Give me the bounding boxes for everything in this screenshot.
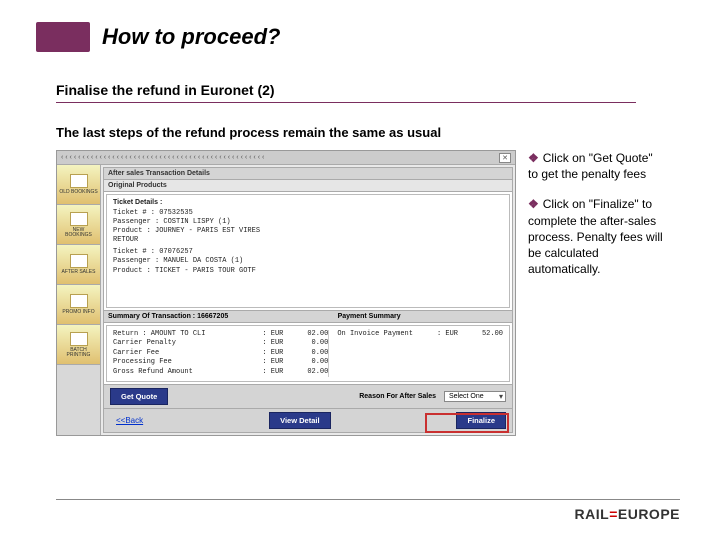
summary-header: Summary Of Transaction : 16667205 Paymen…	[104, 310, 512, 323]
subtitle: Finalise the refund in Euronet (2)	[56, 82, 664, 98]
summary-row: Processing Fee: EUR0.00	[113, 358, 328, 367]
view-detail-button[interactable]: View Detail	[269, 412, 330, 429]
titlebar-deco: ‹ ‹ ‹ ‹ ‹ ‹ ‹ ‹ ‹ ‹ ‹ ‹ ‹ ‹ ‹ ‹ ‹ ‹ ‹ ‹ …	[61, 154, 264, 161]
reason-label: Reason For After Sales	[359, 393, 436, 400]
embedded-screenshot: ‹ ‹ ‹ ‹ ‹ ‹ ‹ ‹ ‹ ‹ ‹ ‹ ‹ ‹ ‹ ‹ ‹ ‹ ‹ ‹ …	[56, 150, 516, 436]
accent-block	[36, 22, 90, 52]
action-row-1: Get Quote Reason For After Sales Select …	[104, 384, 512, 408]
summary-row: Gross Refund Amount: EUR02.00	[113, 368, 328, 377]
titlebar: ‹ ‹ ‹ ‹ ‹ ‹ ‹ ‹ ‹ ‹ ‹ ‹ ‹ ‹ ‹ ‹ ‹ ‹ ‹ ‹ …	[57, 151, 515, 165]
page-title: How to proceed?	[102, 24, 280, 50]
printer-icon	[70, 332, 88, 346]
note-1: ❖Click on "Get Quote" to get the penalty…	[528, 150, 664, 182]
sidebar-item-batch-printing[interactable]: BATCH PRINTING	[57, 325, 100, 365]
logo: RAIL=EUROPE	[575, 506, 680, 522]
close-icon[interactable]: ✕	[499, 153, 511, 163]
note-2: ❖Click on "Finalize" to complete the aft…	[528, 196, 664, 277]
sidebar-item-after-sales[interactable]: AFTER SALES	[57, 245, 100, 285]
app-window: ‹ ‹ ‹ ‹ ‹ ‹ ‹ ‹ ‹ ‹ ‹ ‹ ‹ ‹ ‹ ‹ ‹ ‹ ‹ ‹ …	[56, 150, 516, 436]
original-products-header: Original Products	[104, 180, 512, 192]
info-icon	[70, 294, 88, 308]
slide-header: How to proceed?	[0, 0, 720, 52]
book-icon	[70, 212, 88, 226]
section-title: After sales Transaction Details	[104, 168, 512, 180]
payment-row: On Invoice Payment: EUR52.00	[337, 330, 503, 339]
finalize-button[interactable]: Finalize	[456, 412, 506, 429]
sidebar-item-promo-info[interactable]: PROMO INFO	[57, 285, 100, 325]
back-link[interactable]: <<Back	[116, 416, 143, 425]
main-panel: After sales Transaction Details Original…	[103, 167, 513, 433]
sidebar-item-new-bookings[interactable]: NEW BOOKINGS	[57, 205, 100, 245]
ticket-icon	[70, 254, 88, 268]
summary-left: Return : AMOUNT TO CLI: EUR02.00 Carrier…	[113, 330, 328, 377]
summary-row: Carrier Fee: EUR0.00	[113, 349, 328, 358]
bullet-icon: ❖	[528, 197, 539, 211]
sidebar: OLD BOOKINGS NEW BOOKINGS AFTER SALES PR…	[57, 165, 101, 435]
footer: RAIL=EUROPE	[56, 499, 680, 522]
book-icon	[70, 174, 88, 188]
action-row-2: <<Back View Detail Finalize	[104, 408, 512, 432]
ticket-details-pane: Ticket Details : Ticket # : 07532535 Pas…	[106, 194, 510, 308]
sidebar-item-old-bookings[interactable]: OLD BOOKINGS	[57, 165, 100, 205]
summary-row: Return : AMOUNT TO CLI: EUR02.00	[113, 330, 328, 339]
ticket-block-1: Ticket # : 07532535 Passenger : COSTIN L…	[113, 209, 503, 245]
reason-select[interactable]: Select One	[444, 391, 506, 402]
ticket-details-label: Ticket Details :	[113, 199, 503, 206]
summary-pane: Return : AMOUNT TO CLI: EUR02.00 Carrier…	[106, 325, 510, 382]
divider	[56, 102, 636, 103]
bullet-icon: ❖	[528, 151, 539, 165]
ticket-block-2: Ticket # : 07076257 Passenger : MANUEL D…	[113, 248, 503, 275]
body-text: The last steps of the refund process rem…	[56, 125, 664, 140]
payment-summary: On Invoice Payment: EUR52.00	[328, 330, 503, 377]
get-quote-button[interactable]: Get Quote	[110, 388, 168, 405]
notes: ❖Click on "Get Quote" to get the penalty…	[528, 150, 664, 436]
summary-row: Carrier Penalty: EUR0.00	[113, 339, 328, 348]
